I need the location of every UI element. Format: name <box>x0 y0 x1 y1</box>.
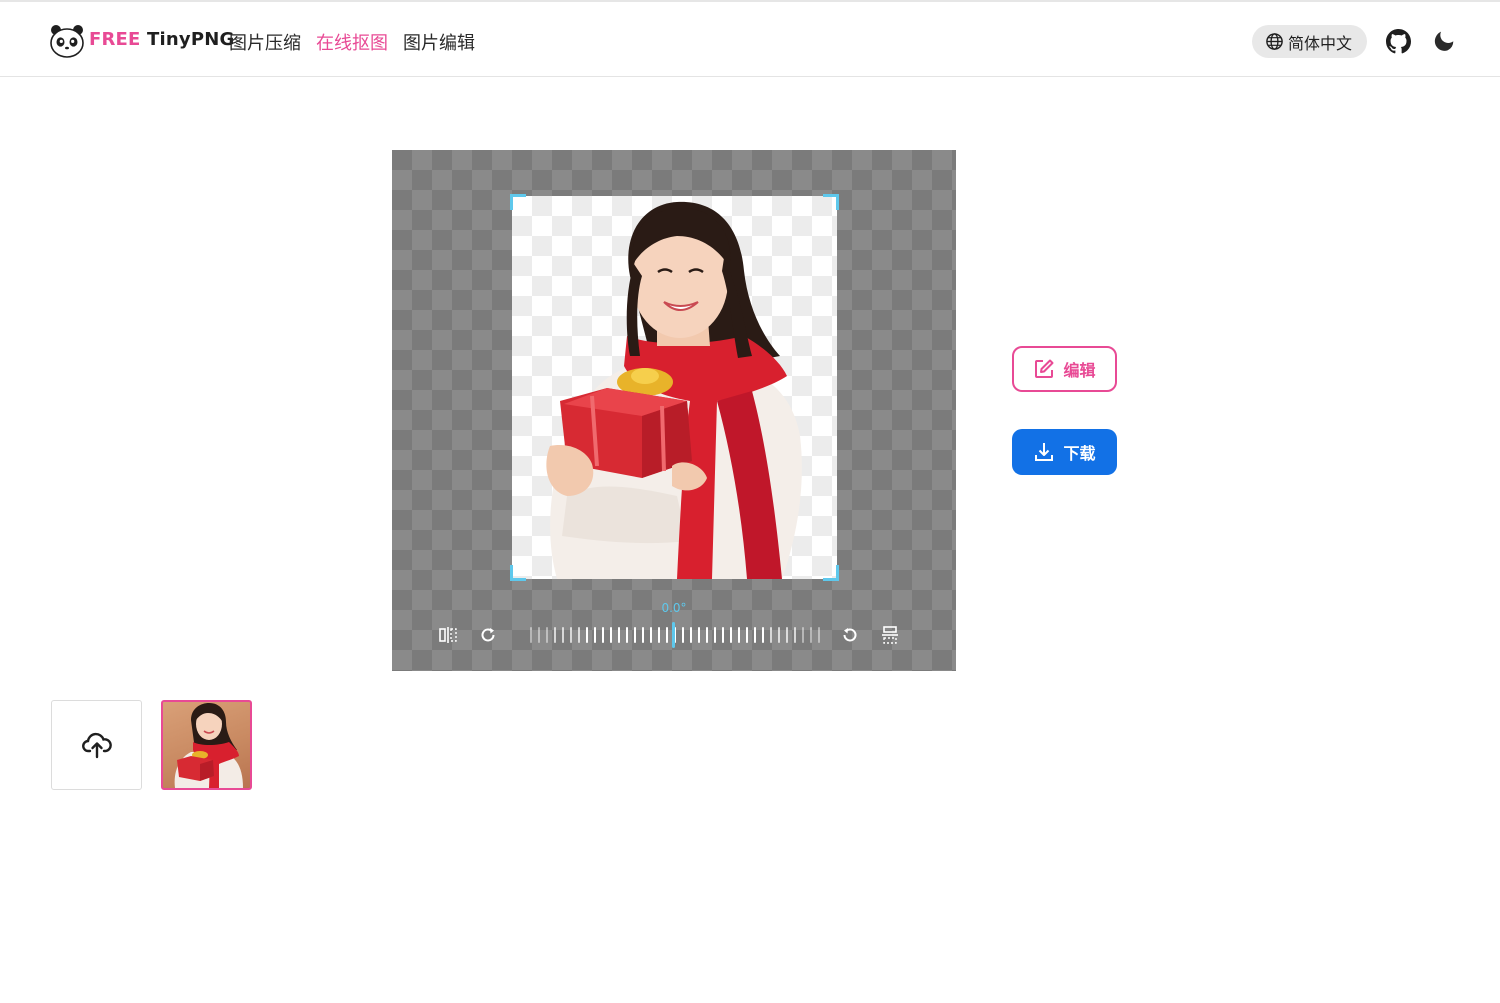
nav-image-compress[interactable]: 图片压缩 <box>229 29 301 55</box>
ruler-tick <box>578 627 580 643</box>
crop-handle-bottom-left[interactable] <box>510 565 526 581</box>
nav-online-cutout[interactable]: 在线抠图 <box>316 29 388 55</box>
crop-handle-bottom-right[interactable] <box>823 565 839 581</box>
download-icon <box>1035 443 1054 461</box>
download-button[interactable]: 下载 <box>1012 429 1117 475</box>
github-icon[interactable] <box>1386 29 1411 54</box>
edit-button[interactable]: 编辑 <box>1012 346 1117 392</box>
rotation-slider[interactable] <box>526 622 822 648</box>
cutout-image <box>546 201 802 579</box>
ruler-tick <box>722 627 724 643</box>
ruler-tick <box>698 627 700 643</box>
top-navbar: FREE TinyPNG 图片压缩 在线抠图 图片编辑 简体中文 <box>0 0 1500 77</box>
crop-area[interactable] <box>512 196 837 579</box>
ruler-tick <box>594 627 596 643</box>
rotate-left-icon[interactable] <box>840 625 860 645</box>
rotate-right-icon[interactable] <box>478 625 498 645</box>
flip-horizontal-icon[interactable] <box>438 625 458 645</box>
moon-icon[interactable] <box>1432 29 1456 53</box>
crop-handle-top-right[interactable] <box>823 194 839 210</box>
ruler-tick <box>746 627 748 643</box>
image-thumbnail-selected[interactable] <box>161 700 252 790</box>
brand-free: FREE <box>89 29 141 50</box>
language-selector[interactable]: 简体中文 <box>1252 25 1367 58</box>
ruler-tick <box>562 627 564 643</box>
edit-icon <box>1035 359 1054 378</box>
ruler-tick <box>650 627 652 643</box>
ruler-tick <box>714 627 716 643</box>
nav-image-edit[interactable]: 图片编辑 <box>403 29 475 55</box>
ruler-tick <box>586 627 588 643</box>
ruler-tick <box>666 627 668 643</box>
ruler-tick <box>570 627 572 643</box>
ruler-tick <box>546 627 548 643</box>
ruler-tick <box>706 627 708 643</box>
ruler-tick <box>794 627 796 643</box>
ruler-tick <box>730 627 732 643</box>
ruler-tick <box>802 627 804 643</box>
ruler-tick <box>738 627 740 643</box>
ruler-tick <box>610 627 612 643</box>
thumbnail-photo <box>174 703 243 788</box>
brand-title[interactable]: FREE TinyPNG <box>89 29 234 50</box>
panda-logo-icon[interactable] <box>49 23 85 59</box>
ruler-tick <box>770 627 772 643</box>
ruler-tick <box>682 627 684 643</box>
rotation-indicator[interactable] <box>672 622 675 648</box>
ruler-tick <box>658 627 660 643</box>
edit-button-label: 编辑 <box>1063 361 1096 380</box>
globe-icon <box>1266 33 1283 50</box>
ruler-tick <box>602 627 604 643</box>
ruler-tick <box>786 627 788 643</box>
crop-handle-top-left[interactable] <box>510 194 526 210</box>
ruler-tick <box>818 627 820 643</box>
brand-name: TinyPNG <box>147 29 235 50</box>
ruler-tick <box>690 627 692 643</box>
language-label: 简体中文 <box>1288 33 1353 53</box>
ruler-tick <box>642 627 644 643</box>
flip-vertical-icon[interactable] <box>880 625 900 645</box>
crop-editor-canvas[interactable]: 0.0° <box>392 150 956 671</box>
ruler-tick <box>754 627 756 643</box>
ruler-tick <box>634 627 636 643</box>
ruler-tick <box>810 627 812 643</box>
ruler-tick <box>618 627 620 643</box>
ruler-tick <box>530 627 532 643</box>
ruler-tick <box>538 627 540 643</box>
ruler-tick <box>762 627 764 643</box>
ruler-tick <box>626 627 628 643</box>
download-button-label: 下载 <box>1063 444 1096 463</box>
cloud-upload-icon <box>81 732 112 759</box>
rotation-angle-label: 0.0° <box>661 601 687 615</box>
ruler-tick <box>778 627 780 643</box>
ruler-tick <box>554 627 556 643</box>
upload-image-button[interactable] <box>51 700 142 790</box>
